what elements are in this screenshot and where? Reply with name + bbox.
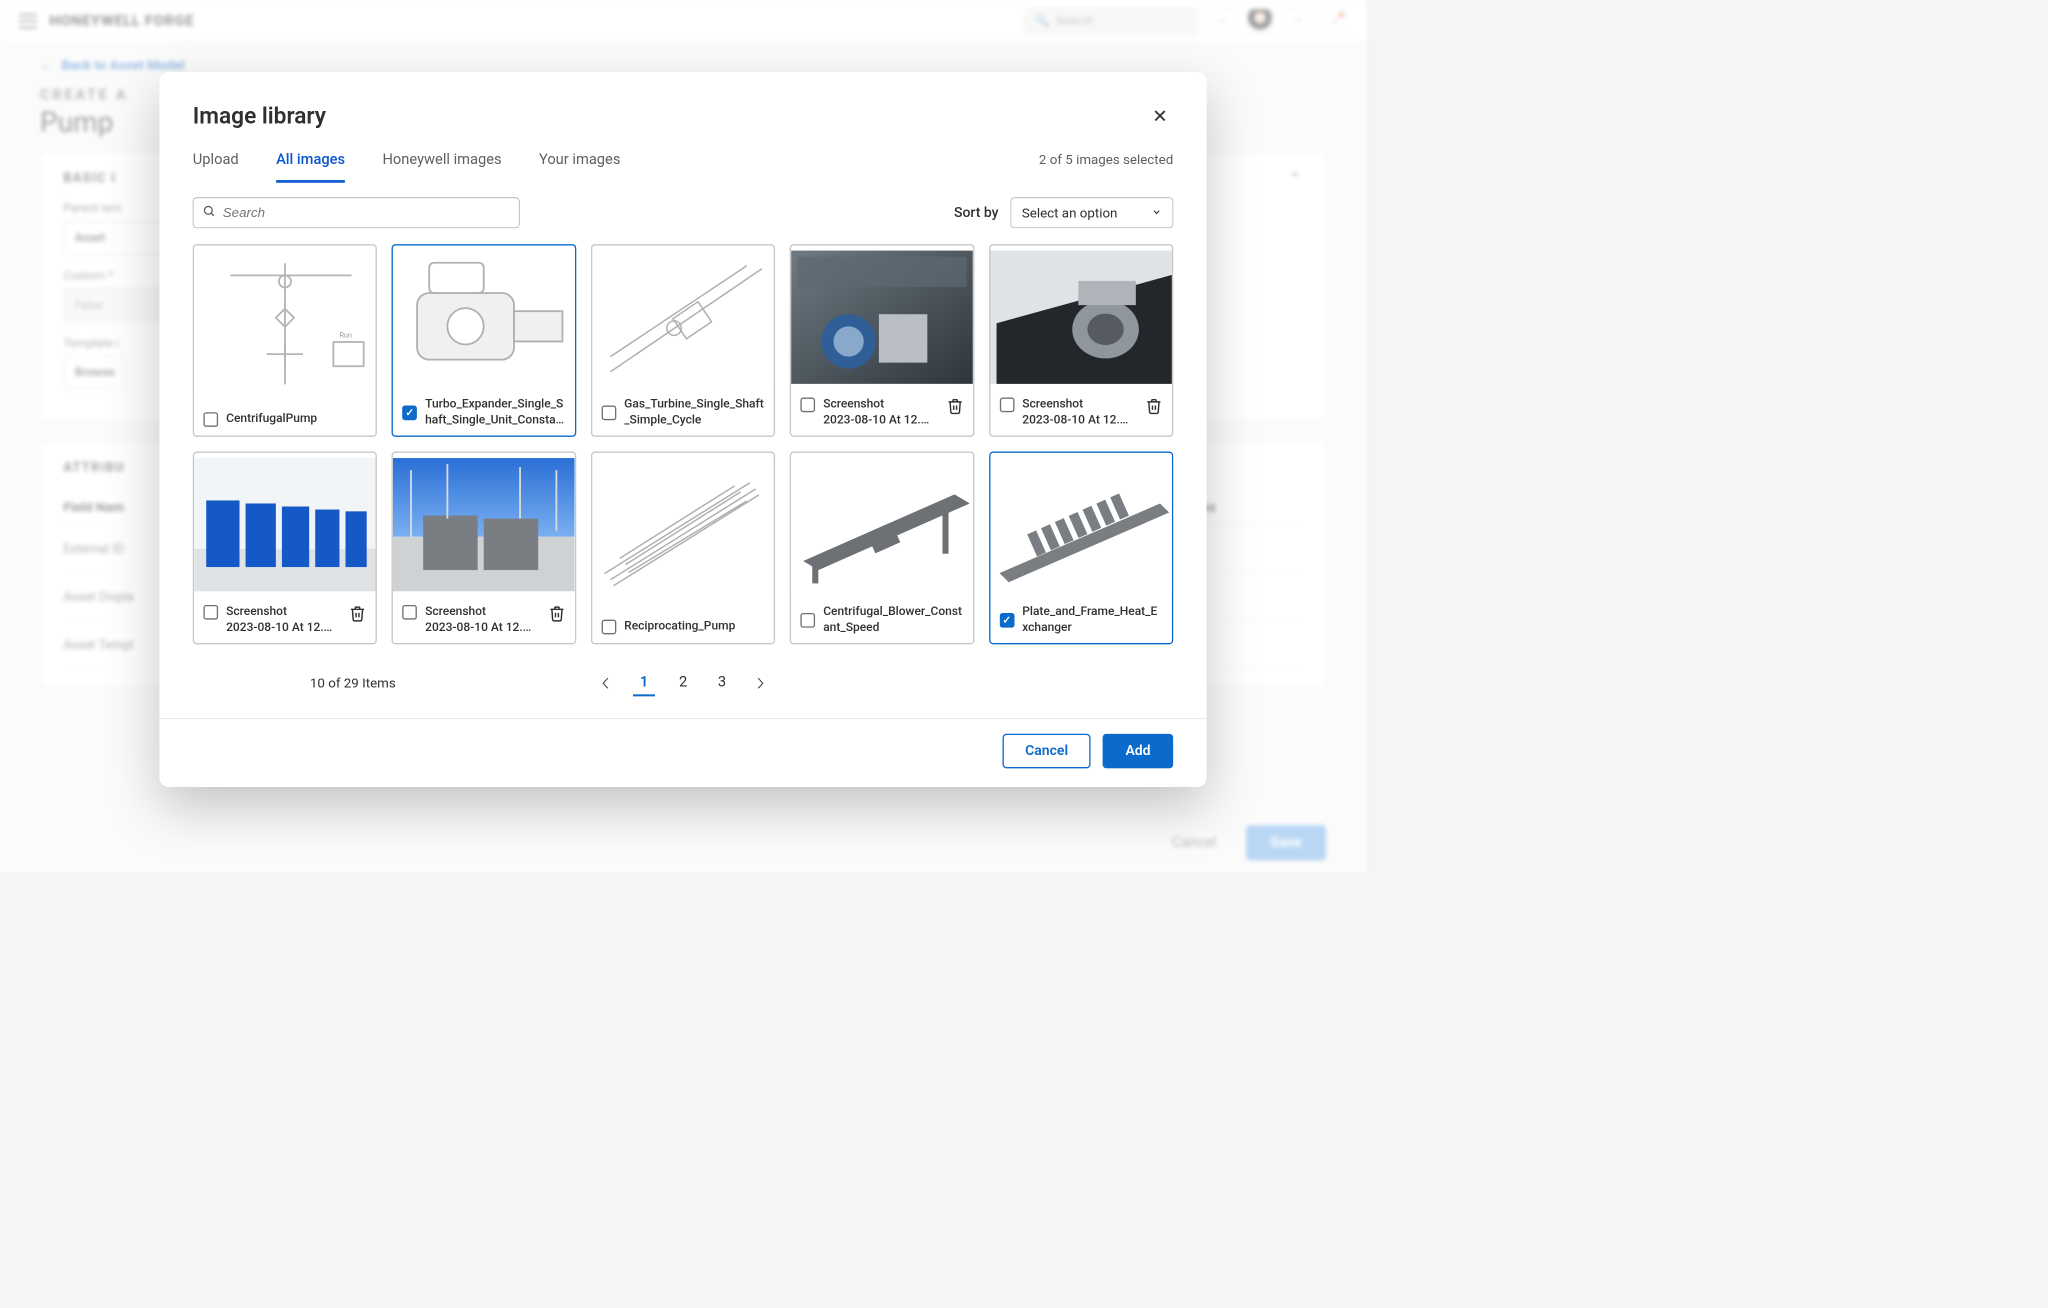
page-prev[interactable]: 〈 <box>587 667 616 698</box>
image-card[interactable]: Run CentrifugalPump <box>193 244 377 437</box>
page-next[interactable]: 〉 <box>750 667 779 698</box>
card-footer: Reciprocating_Pump <box>592 610 774 643</box>
image-label: Gas_Turbine_Single_Shaft_Simple_Cycle <box>624 396 764 427</box>
modal-tabs: Upload All images Honeywell images Your … <box>159 138 1206 183</box>
pagination: 10 of 29 Items 〈 123 〉 <box>159 651 1206 718</box>
image-thumbnail <box>791 245 973 389</box>
trash-icon[interactable] <box>548 605 565 622</box>
close-icon[interactable]: ✕ <box>1147 103 1173 130</box>
sort-placeholder: Select an option <box>1022 205 1118 221</box>
modal-overlay: Image library ✕ Upload All images Honeyw… <box>0 0 1366 872</box>
image-card[interactable]: Screenshot2023-08-10 At 12.… <box>989 244 1173 437</box>
image-label: Screenshot2023-08-10 At 12.… <box>425 604 540 635</box>
card-footer: Turbo_Expander_Single_Shaft_Single_Unit_… <box>393 389 575 436</box>
image-card[interactable]: Screenshot2023-08-10 At 12.… <box>790 244 974 437</box>
card-footer: Screenshot2023-08-10 At 12.… <box>393 596 575 643</box>
image-search[interactable] <box>193 197 520 228</box>
card-footer: Plate_and_Frame_Heat_Exchanger <box>990 596 1172 643</box>
sort-select[interactable]: Select an option <box>1011 197 1174 228</box>
sort-label: Sort by <box>954 205 999 221</box>
card-footer: Screenshot2023-08-10 At 12.… <box>194 596 376 643</box>
tab-honeywell-images[interactable]: Honeywell images <box>382 142 501 183</box>
card-footer: CentrifugalPump <box>194 402 376 435</box>
cancel-button[interactable]: Cancel <box>1002 734 1090 769</box>
tab-all-images[interactable]: All images <box>276 142 345 183</box>
image-label: Plate_and_Frame_Heat_Exchanger <box>1022 604 1162 635</box>
svg-text:Run: Run <box>339 331 351 340</box>
image-grid: Run CentrifugalPump Turbo_Expander_Single_… <box>159 233 1206 651</box>
image-library-modal: Image library ✕ Upload All images Honeyw… <box>159 72 1206 787</box>
select-checkbox[interactable] <box>601 619 616 634</box>
card-footer: Screenshot2023-08-10 At 12.… <box>791 389 973 436</box>
image-card[interactable]: Turbo_Expander_Single_Shaft_Single_Unit_… <box>392 244 576 437</box>
image-label: Screenshot2023-08-10 At 12.… <box>226 604 341 635</box>
image-thumbnail: Run <box>194 245 376 402</box>
image-card[interactable]: Centrifugal_Blower_Constant_Speed <box>790 452 974 645</box>
select-checkbox[interactable] <box>801 613 816 628</box>
trash-icon[interactable] <box>946 398 963 415</box>
select-checkbox[interactable] <box>1000 398 1015 413</box>
search-icon <box>203 205 216 221</box>
image-card[interactable]: Screenshot2023-08-10 At 12.… <box>392 452 576 645</box>
search-input[interactable] <box>223 205 510 220</box>
select-checkbox[interactable] <box>203 605 218 620</box>
trash-icon[interactable] <box>1145 398 1162 415</box>
modal-title: Image library <box>193 103 326 130</box>
image-label: Reciprocating_Pump <box>624 618 764 634</box>
image-label: Turbo_Expander_Single_Shaft_Single_Unit_… <box>425 396 565 427</box>
select-checkbox[interactable] <box>402 405 417 420</box>
image-label: CentrifugalPump <box>226 411 366 427</box>
image-card[interactable]: Reciprocating_Pump <box>591 452 775 645</box>
add-button[interactable]: Add <box>1103 734 1173 769</box>
image-label: Screenshot2023-08-10 At 12.… <box>823 396 938 427</box>
image-card[interactable]: Screenshot2023-08-10 At 12.… <box>193 452 377 645</box>
select-checkbox[interactable] <box>601 405 616 420</box>
image-thumbnail <box>791 453 973 597</box>
image-label: Screenshot2023-08-10 At 12.… <box>1022 396 1137 427</box>
card-footer: Gas_Turbine_Single_Shaft_Simple_Cycle <box>592 389 774 436</box>
image-thumbnail <box>592 453 774 610</box>
image-thumbnail <box>393 245 575 389</box>
image-thumbnail <box>393 453 575 597</box>
selection-count: 2 of 5 images selected <box>1039 142 1173 183</box>
chevron-down-icon <box>1151 205 1162 221</box>
select-checkbox[interactable] <box>402 605 417 620</box>
image-card[interactable]: Plate_and_Frame_Heat_Exchanger <box>989 452 1173 645</box>
page-number[interactable]: 2 <box>672 669 694 696</box>
page-range: 10 of 29 Items <box>193 675 513 691</box>
page-number[interactable]: 1 <box>633 669 655 696</box>
image-thumbnail <box>990 245 1172 389</box>
tab-your-images[interactable]: Your images <box>539 142 620 183</box>
select-checkbox[interactable] <box>203 412 218 427</box>
image-thumbnail <box>194 453 376 597</box>
image-label: Centrifugal_Blower_Constant_Speed <box>823 604 963 635</box>
tab-upload[interactable]: Upload <box>193 142 239 183</box>
select-checkbox[interactable] <box>1000 613 1015 628</box>
card-footer: Screenshot2023-08-10 At 12.… <box>990 389 1172 436</box>
select-checkbox[interactable] <box>801 398 816 413</box>
image-thumbnail <box>990 453 1172 597</box>
image-card[interactable]: Gas_Turbine_Single_Shaft_Simple_Cycle <box>591 244 775 437</box>
page-number[interactable]: 3 <box>711 669 733 696</box>
image-thumbnail <box>592 245 774 389</box>
card-footer: Centrifugal_Blower_Constant_Speed <box>791 596 973 643</box>
trash-icon[interactable] <box>349 605 366 622</box>
